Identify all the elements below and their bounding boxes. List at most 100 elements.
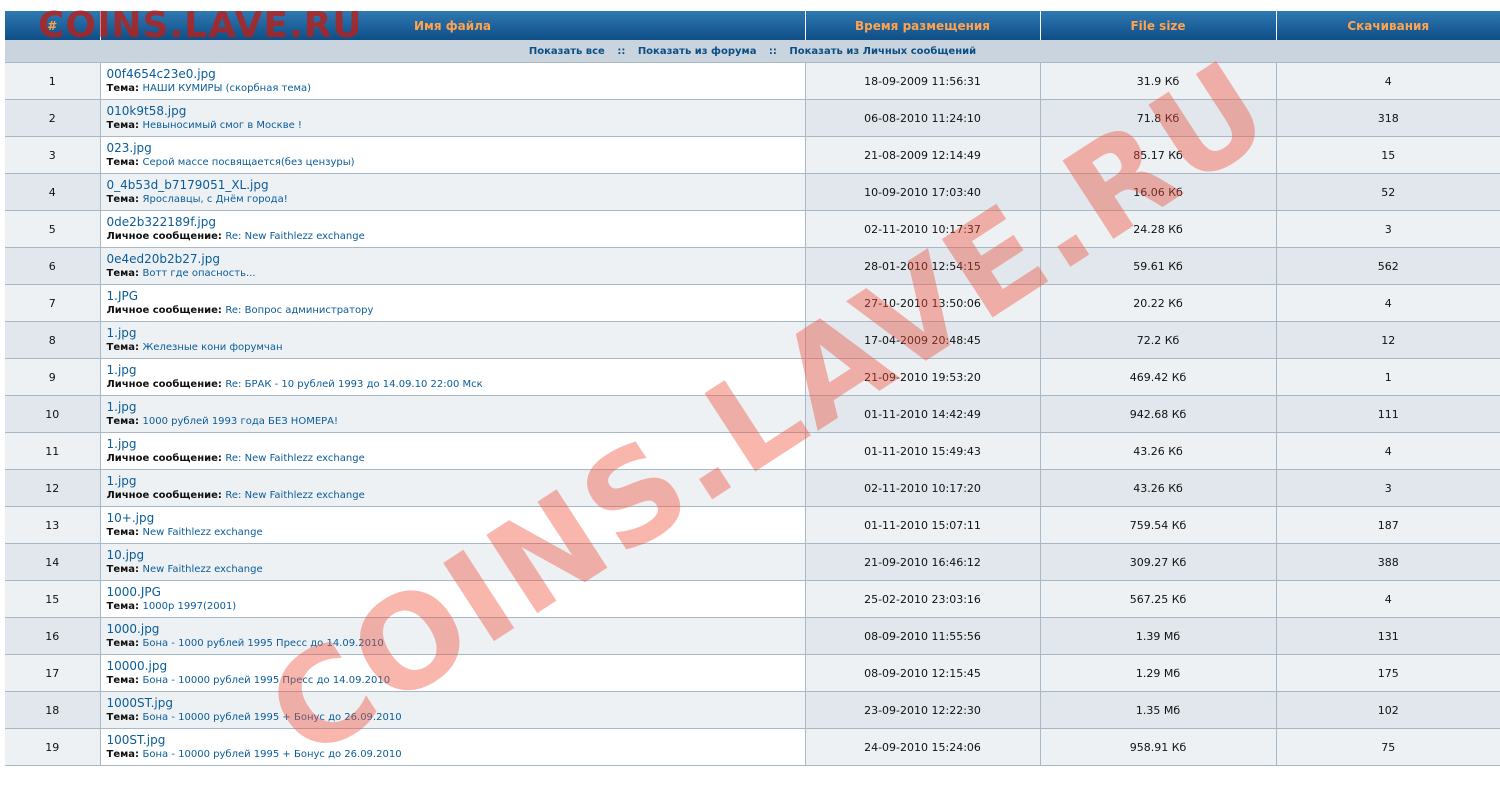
row-number: 11 [5,432,101,470]
filter-show-forum-link[interactable]: Показать из форума [638,46,757,57]
source-label: Тема: [106,267,140,279]
header-upload-time[interactable]: Время размещения [805,11,1041,40]
source-topic-link[interactable]: Железные кони форумчан [143,342,283,353]
source-label: Тема: [106,711,140,723]
upload-time: 06-08-2010 11:24:10 [805,99,1041,137]
file-link[interactable]: 10+.jpg [107,511,805,525]
header-num[interactable]: # [5,11,101,40]
header-file-size[interactable]: File size [1040,11,1277,40]
row-number: 19 [5,728,101,766]
file-link[interactable]: 1.jpg [107,326,805,340]
source-label: Личное сообщение: [106,489,222,501]
row-number: 5 [5,210,101,248]
file-link[interactable]: 1.jpg [107,474,805,488]
source-label: Тема: [106,341,140,353]
file-link[interactable]: 1.jpg [107,437,805,451]
table-row: 6 0e4ed20b2b27.jpg Тема: Вотт где опасност… [5,247,1500,285]
table-row: 15 1000.JPG Тема: 1000р 1997(2001) 25-02-20… [5,580,1500,618]
download-count: 4 [1276,432,1500,470]
file-link[interactable]: 023.jpg [107,141,805,155]
filter-show-pm-link[interactable]: Показать из Личных сообщений [789,46,976,57]
source-topic-link[interactable]: Re: БРАК - 10 рублей 1993 до 14.09.10 22… [225,379,482,390]
file-link[interactable]: 10.jpg [107,548,805,562]
upload-time: 21-08-2009 12:14:49 [805,136,1041,174]
row-number: 1 [5,62,101,100]
filter-show-all-link[interactable]: Показать все [529,46,605,57]
file-link[interactable]: 1000ST.jpg [107,696,805,710]
filter-links: Показать все :: Показать из форума :: По… [5,40,1500,63]
source-topic-link[interactable]: Ярославцы, с Днём города! [143,194,288,205]
source-topic-link[interactable]: Бона - 10000 рублей 1995 Пресс до 14.09.… [143,675,391,686]
file-cell: 100ST.jpg Тема: Бона - 10000 рублей 1995 … [100,728,806,766]
table-row: 5 0de2b322189f.jpg Личное сообщение: Re: N… [5,210,1500,248]
row-number: 4 [5,173,101,211]
file-link[interactable]: 1000.JPG [107,585,805,599]
file-link[interactable]: 1.jpg [107,363,805,377]
source-topic-link[interactable]: New Faithlezz exchange [143,564,263,575]
upload-time: 08-09-2010 11:55:56 [805,617,1041,655]
file-link[interactable]: 1.JPG [107,289,805,303]
file-link[interactable]: 1.jpg [107,400,805,414]
filter-bar: Показать все :: Показать из форума :: По… [5,40,1500,63]
download-count: 52 [1276,173,1500,211]
source-topic-link[interactable]: Re: New Faithlezz exchange [225,453,364,464]
source-topic-link[interactable]: Бона - 10000 рублей 1995 + Бонус до 26.0… [143,712,402,723]
header-filename[interactable]: Имя файла [100,11,806,40]
file-link[interactable]: 00f4654c23e0.jpg [107,67,805,81]
source-label: Тема: [106,748,140,760]
download-count: 175 [1276,654,1500,692]
download-count: 318 [1276,99,1500,137]
file-link[interactable]: 0de2b322189f.jpg [107,215,805,229]
source-label: Тема: [106,674,140,686]
source-topic-link[interactable]: New Faithlezz exchange [143,527,263,538]
source-topic-link[interactable]: Re: New Faithlezz exchange [225,490,364,501]
file-cell: 023.jpg Тема: Серой массе посвящается(без… [100,136,806,174]
source-topic-link[interactable]: Бона - 10000 рублей 1995 + Бонус до 26.0… [143,749,402,760]
file-size: 1.39 Мб [1040,617,1277,655]
source-topic-link[interactable]: Бона - 1000 рублей 1995 Пресс до 14.09.2… [143,638,384,649]
file-cell: 1.jpg Личное сообщение: Re: New Faithlezz… [100,432,806,470]
source-label: Тема: [106,600,140,612]
source-label: Тема: [106,82,140,94]
file-link[interactable]: 100ST.jpg [107,733,805,747]
row-number: 9 [5,358,101,396]
source-topic-link[interactable]: Вотт где опасность... [143,268,256,279]
file-cell: 0e4ed20b2b27.jpg Тема: Вотт где опасность… [100,247,806,285]
download-count: 3 [1276,469,1500,507]
download-count: 111 [1276,395,1500,433]
source-topic-link[interactable]: НАШИ КУМИРЫ (скорбная тема) [143,83,312,94]
table-row: 8 1.jpg Тема: Железные кони форумчан 17-04-… [5,321,1500,359]
source-topic-link[interactable]: 1000 рублей 1993 года БЕЗ НОМЕРА! [143,416,339,427]
table-row: 3 023.jpg Тема: Серой массе посвящается(бе… [5,136,1500,174]
source-topic-link[interactable]: Невыносимый смог в Москве ! [143,120,302,131]
file-link[interactable]: 010k9t58.jpg [107,104,805,118]
table-row: 10 1.jpg Тема: 1000 рублей 1993 года БЕЗ Н… [5,395,1500,433]
file-link[interactable]: 10000.jpg [107,659,805,673]
header-downloads[interactable]: Скачивания [1276,11,1500,40]
file-link[interactable]: 0e4ed20b2b27.jpg [107,252,805,266]
upload-time: 01-11-2010 15:49:43 [805,432,1041,470]
row-number: 8 [5,321,101,359]
upload-time: 23-09-2010 12:22:30 [805,691,1041,729]
source-topic-link[interactable]: Re: New Faithlezz exchange [225,231,364,242]
source-label: Тема: [106,119,140,131]
file-size: 567.25 Кб [1040,580,1277,618]
source-topic-link[interactable]: Re: Вопрос администратору [225,305,373,316]
source-topic-link[interactable]: 1000р 1997(2001) [143,601,237,612]
file-size: 942.68 Кб [1040,395,1277,433]
download-count: 562 [1276,247,1500,285]
table-row: 13 10+.jpg Тема: New Faithlezz exchange 01-… [5,506,1500,544]
row-number: 7 [5,284,101,322]
upload-time: 18-09-2009 11:56:31 [805,62,1041,100]
source-topic-link[interactable]: Серой массе посвящается(без цензуры) [143,157,355,168]
file-link[interactable]: 0_4b53d_b7179051_XL.jpg [107,178,805,192]
file-size: 469.42 Кб [1040,358,1277,396]
file-cell: 10+.jpg Тема: New Faithlezz exchange [100,506,806,544]
download-count: 187 [1276,506,1500,544]
table-row: 16 1000.jpg Тема: Бона - 1000 рублей 1995 … [5,617,1500,655]
download-count: 388 [1276,543,1500,581]
file-link[interactable]: 1000.jpg [107,622,805,636]
row-number: 3 [5,136,101,174]
table-row: 11 1.jpg Личное сообщение: Re: New Faithle… [5,432,1500,470]
file-size: 71.8 Кб [1040,99,1277,137]
